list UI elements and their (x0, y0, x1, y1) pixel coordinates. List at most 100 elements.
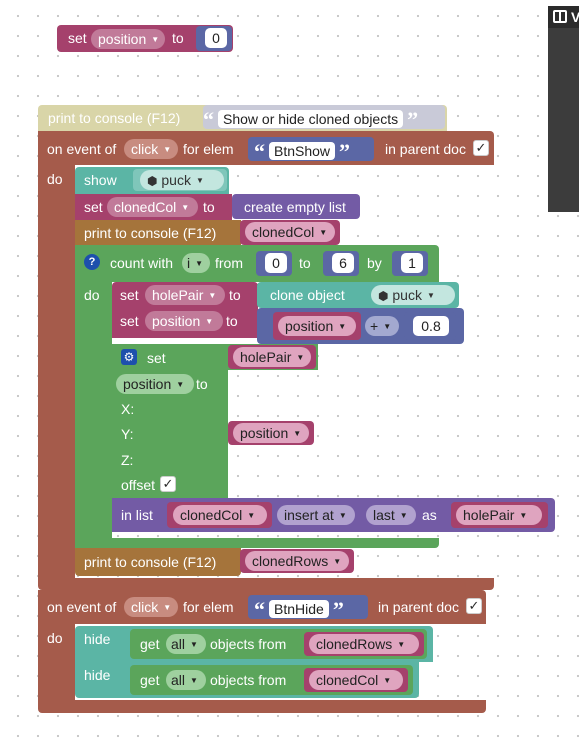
offset-checkbox[interactable]: ✓ (160, 476, 176, 492)
clone-object-label: clone object (270, 287, 345, 303)
holepair-dropdown[interactable]: holePair ▼ (233, 347, 311, 367)
in-parent-checkbox[interactable]: ✓ (466, 598, 482, 614)
chevron-down-icon: ▼ (338, 322, 347, 331)
columns-icon[interactable] (553, 10, 567, 23)
print-console-label: print to console (F12) (48, 110, 181, 126)
get-label: get (140, 636, 160, 652)
message-text[interactable]: Show or hide cloned objects (218, 110, 404, 128)
chevron-down-icon: ▼ (208, 291, 217, 300)
show-label: show (84, 172, 117, 188)
panel-label: V (571, 9, 579, 25)
elem-string-block[interactable]: “BtnShow” (248, 137, 374, 164)
by-number-input[interactable]: 1 (401, 253, 423, 273)
string-block[interactable]: “Show or hide cloned objects” (203, 105, 445, 132)
hide-label: hide (84, 667, 111, 683)
help-icon[interactable]: ? (84, 254, 100, 270)
chevron-down-icon: ▼ (383, 676, 392, 685)
print-console-label: print to console (F12) (84, 225, 217, 241)
count-loop-footer (75, 538, 439, 548)
set-label: set (84, 199, 103, 215)
clonedcol-dropdown[interactable]: clonedCol ▼ (309, 670, 403, 690)
for-elem-label: for elem (183, 141, 234, 157)
objects-from-label: objects from (210, 672, 287, 688)
position-variable-dropdown[interactable]: position ▼ (91, 29, 165, 49)
from-number-input[interactable]: 0 (265, 253, 287, 273)
hide-label: hide (84, 631, 111, 647)
number-input[interactable]: 0 (205, 28, 227, 48)
loop-variable-dropdown[interactable]: i ▼ (182, 253, 210, 273)
position-mode-dropdown[interactable]: last ▼ (366, 505, 416, 525)
chevron-down-icon: ▼ (397, 640, 406, 649)
chevron-down-icon: ▼ (205, 317, 214, 326)
object-dropdown[interactable]: ⬢ puck ▼ (140, 170, 224, 190)
holepair-variable-dropdown[interactable]: holePair ▼ (145, 285, 225, 305)
chevron-down-icon: ▼ (190, 640, 198, 649)
clonedrows-dropdown[interactable]: clonedRows ▼ (245, 551, 349, 571)
to-label: to (203, 199, 215, 215)
event-show-footer (38, 578, 494, 590)
create-list-label: create empty list (244, 199, 346, 215)
chevron-down-icon: ▼ (293, 429, 302, 438)
count-with-label: count with (110, 255, 174, 271)
to-label: to (196, 376, 208, 392)
in-parent-checkbox[interactable]: ✓ (473, 140, 489, 156)
x-label: X: (121, 401, 135, 417)
position-dropdown[interactable]: position ▼ (278, 316, 356, 336)
elem-string-block[interactable]: “BtnHide” (248, 595, 368, 622)
chevron-down-icon: ▼ (319, 228, 328, 237)
clonedrows-dropdown[interactable]: clonedRows ▼ (309, 634, 419, 654)
offset-label: offset (121, 477, 155, 493)
chevron-down-icon: ▼ (333, 557, 342, 566)
holepair-dropdown[interactable]: holePair ▼ (456, 505, 542, 525)
event-type-dropdown[interactable]: click ▼ (124, 139, 178, 159)
chevron-down-icon: ▼ (195, 176, 204, 185)
clonedcol-dropdown[interactable]: clonedCol ▼ (173, 505, 267, 525)
clonedcol-dropdown[interactable]: clonedCol ▼ (245, 222, 335, 242)
cube-icon: ⬢ (378, 289, 389, 303)
to-label: to (172, 30, 184, 46)
chevron-down-icon: ▼ (181, 203, 190, 212)
chevron-down-icon: ▼ (519, 511, 528, 520)
position-dropdown[interactable]: position ▼ (233, 423, 309, 443)
event-show-spine (38, 165, 75, 585)
y-label: Y: (121, 426, 134, 442)
elem-name-text[interactable]: BtnShow (269, 142, 336, 160)
gear-icon[interactable]: ⚙ (121, 349, 137, 365)
set-label: set (120, 287, 139, 303)
number-input[interactable]: 0.8 (413, 316, 449, 336)
elem-name-text[interactable]: BtnHide (269, 600, 329, 618)
z-label: Z: (121, 452, 134, 468)
in-parent-doc-label: in parent doc (378, 599, 459, 615)
as-label: as (422, 507, 437, 523)
set-label: set (147, 350, 166, 366)
chevron-down-icon: ▼ (399, 511, 408, 520)
all-dropdown[interactable]: all ▼ (166, 634, 206, 654)
on-event-label: on event of (47, 599, 117, 615)
all-dropdown[interactable]: all ▼ (166, 670, 206, 690)
event-hide-footer (38, 700, 486, 713)
property-dropdown[interactable]: position ▼ (116, 374, 194, 394)
print-console-label: print to console (F12) (84, 554, 217, 570)
chevron-down-icon: ▼ (163, 603, 172, 612)
side-panel[interactable] (548, 6, 579, 212)
count-loop-spine (75, 282, 112, 538)
chevron-down-icon: ▼ (383, 322, 392, 331)
clonedcol-variable-dropdown[interactable]: clonedCol ▼ (107, 197, 198, 217)
from-label: from (215, 255, 243, 271)
event-type-dropdown[interactable]: click ▼ (124, 597, 178, 617)
object-dropdown[interactable]: ⬢ puck ▼ (371, 285, 455, 305)
get-label: get (140, 672, 160, 688)
for-elem-label: for elem (183, 599, 234, 615)
operator-dropdown[interactable]: + ▼ (365, 316, 399, 336)
set-label: set (120, 313, 139, 329)
objects-from-label: objects from (210, 636, 287, 652)
to-label: to (229, 287, 241, 303)
chevron-down-icon: ▼ (426, 291, 435, 300)
insert-mode-dropdown[interactable]: insert at ▼ (277, 505, 355, 525)
do-label: do (47, 630, 63, 646)
loop-do-label: do (84, 287, 100, 303)
to-number-input[interactable]: 6 (332, 253, 354, 273)
in-list-label: in list (121, 507, 153, 523)
chevron-down-icon: ▼ (195, 259, 204, 268)
position-variable-dropdown[interactable]: position ▼ (145, 311, 223, 331)
